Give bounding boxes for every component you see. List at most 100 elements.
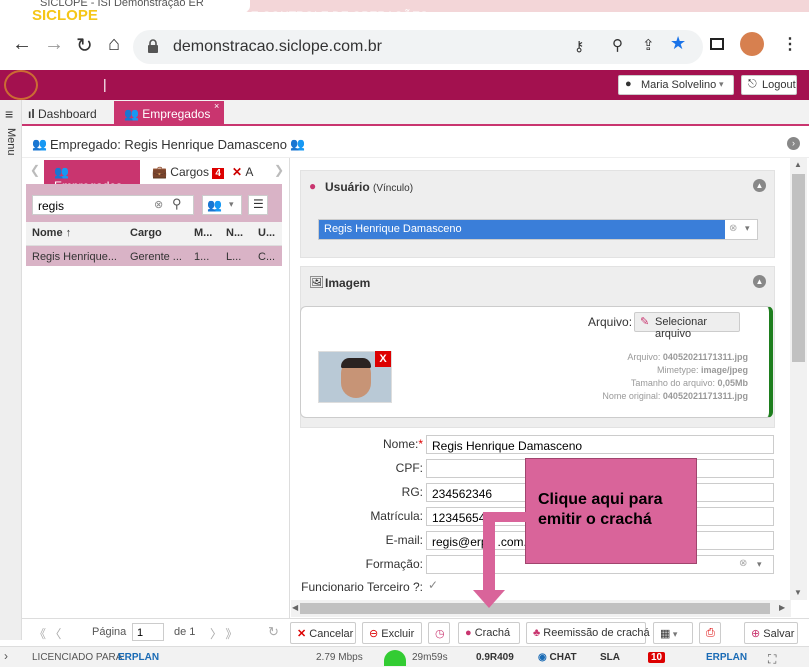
- scroll-right-icon[interactable]: ▶: [779, 603, 785, 612]
- logout-button[interactable]: ⎋ Logout: [741, 75, 797, 95]
- scroll-down-icon[interactable]: ▼: [794, 588, 802, 597]
- bookmark-star-icon[interactable]: ★: [670, 33, 686, 54]
- user-icon: ●: [625, 78, 632, 90]
- chevron-down-icon[interactable]: ▾: [757, 559, 762, 570]
- terceiro-checkbox[interactable]: ✓: [428, 578, 438, 592]
- search-icon[interactable]: ⚲: [172, 196, 182, 212]
- terceiro-label: Funcionario Terceiro ?:: [301, 580, 423, 594]
- fullscreen-icon[interactable]: ⛶: [768, 652, 776, 667]
- key-icon[interactable]: ⚷: [574, 38, 584, 55]
- nome-field[interactable]: [426, 435, 774, 454]
- cancel-button[interactable]: ✕ Cancelar: [290, 622, 356, 644]
- table-row[interactable]: Regis Henrique... Gerente ... 1... L... …: [26, 246, 282, 266]
- meta-value: 04052021171311.jpg: [662, 391, 748, 401]
- chevron-down-icon: ▾: [670, 629, 678, 639]
- search-input[interactable]: [32, 195, 194, 215]
- select-file-button[interactable]: ✎ Selecionar arquivo: [634, 312, 740, 340]
- forward-icon[interactable]: →: [44, 33, 64, 56]
- people-icon: 👥: [207, 198, 222, 212]
- logout-icon: ⎋: [748, 78, 757, 90]
- column-header[interactable]: Cargo: [130, 227, 162, 239]
- subtab-a[interactable]: ✕ A: [232, 160, 272, 184]
- tab-dashboard[interactable]: ıl Dashboard: [28, 101, 110, 126]
- sla-button[interactable]: SLA: [600, 652, 620, 663]
- page-title: Empregado: Regis Henrique Damasceno: [50, 137, 288, 152]
- nome-label: Nome:*: [283, 437, 423, 451]
- column-header[interactable]: Nome ↑: [32, 227, 71, 239]
- image-icon: 🖼: [309, 275, 325, 289]
- chat-icon: ◉: [538, 652, 550, 663]
- share-icon[interactable]: ⇪: [642, 36, 655, 54]
- group-filter-button[interactable]: 👥 ▾: [202, 195, 242, 215]
- qrcode-button[interactable]: ▦ ▾: [653, 622, 693, 644]
- zoom-icon[interactable]: ⚲: [612, 36, 623, 54]
- chevron-down-icon[interactable]: ▾: [745, 223, 750, 234]
- history-button[interactable]: ◷: [428, 622, 450, 644]
- reload-icon[interactable]: ↻: [76, 33, 93, 58]
- home-icon[interactable]: ⌂: [108, 33, 120, 56]
- horizontal-scroll-thumb[interactable]: [300, 603, 770, 614]
- table-cell: Regis Henrique...: [32, 251, 117, 263]
- reissue-badge-button[interactable]: ♣ Reemissão de crachá: [526, 622, 650, 644]
- user-menu-button[interactable]: ● Maria Solvelino ▾: [618, 75, 734, 95]
- pdf-button[interactable]: ⎙: [699, 622, 721, 644]
- column-header[interactable]: U...: [258, 227, 275, 239]
- side-menu-label[interactable]: Menu: [5, 128, 17, 156]
- chevron-right-icon[interactable]: ❯: [274, 163, 284, 177]
- tab-empregados[interactable]: 👥 Empregados ×: [114, 101, 224, 126]
- list-view-button[interactable]: ☰: [248, 195, 268, 215]
- table-cell: L...: [226, 251, 242, 263]
- clock-icon: ◷: [435, 628, 445, 640]
- save-button[interactable]: ⊕ Salvar: [744, 622, 798, 644]
- collapse-icon[interactable]: ▲: [753, 275, 766, 288]
- chevron-left-icon[interactable]: ❮: [30, 163, 40, 177]
- subtab-empregados[interactable]: 👥 Empregados: [44, 160, 140, 193]
- usuario-select[interactable]: Regis Henrique Damasceno ⊗ ▾: [318, 219, 758, 240]
- pdf-icon: ⎙: [706, 627, 715, 639]
- email-label: E-mail:: [385, 533, 423, 547]
- side-menu[interactable]: [0, 100, 22, 640]
- usuario-section: ● Usuário (Vínculo) ▲: [300, 170, 775, 258]
- chevron-right-icon[interactable]: ›: [787, 137, 800, 150]
- page-input[interactable]: [132, 623, 164, 641]
- clear-icon[interactable]: ⊗: [739, 558, 747, 569]
- delete-label: Excluir: [381, 628, 415, 640]
- back-icon[interactable]: ←: [12, 33, 32, 56]
- usuario-header[interactable]: ● Usuário (Vínculo): [301, 171, 774, 201]
- scroll-up-icon[interactable]: ▲: [794, 160, 802, 169]
- qrcode-icon: ▦: [660, 628, 671, 640]
- save-icon: ⊕: [751, 628, 764, 640]
- chevron-right-icon[interactable]: ›: [4, 649, 8, 663]
- cargos-badge: 4: [212, 168, 224, 179]
- subtab-cargos[interactable]: 💼 Cargos 4: [152, 160, 224, 184]
- cpf-label: CPF:: [395, 461, 423, 475]
- sidepanel-icon[interactable]: [710, 38, 724, 50]
- scroll-left-icon[interactable]: ◀: [292, 603, 298, 612]
- collapse-icon[interactable]: ▲: [753, 179, 766, 192]
- chat-button[interactable]: ◉ CHAT: [538, 652, 577, 663]
- profile-avatar[interactable]: [740, 32, 764, 56]
- clear-icon[interactable]: ⊗: [729, 223, 737, 234]
- vertical-scroll-thumb[interactable]: [792, 174, 805, 362]
- browser-menu-icon[interactable]: ⋮: [782, 34, 798, 54]
- lock-icon: [148, 39, 158, 53]
- refresh-icon[interactable]: ↻: [268, 624, 279, 640]
- save-label: Salvar: [763, 628, 795, 640]
- hamburger-icon[interactable]: ≡: [5, 106, 13, 122]
- column-header[interactable]: N...: [226, 227, 243, 239]
- badge-button[interactable]: ● Crachá: [458, 622, 520, 644]
- formacao-label: Formação:: [365, 557, 423, 571]
- image-meta-size: Tamanho do arquivo: 0,05Mb: [631, 378, 748, 388]
- column-header[interactable]: M...: [194, 227, 212, 239]
- clear-icon[interactable]: ⊗: [154, 198, 163, 211]
- image-meta-mimetype: Mimetype: image/jpeg: [657, 365, 748, 375]
- first-page-icon[interactable]: 《 〈: [34, 625, 61, 642]
- imagem-header[interactable]: 🖼 Imagem: [301, 267, 774, 297]
- close-icon[interactable]: ×: [214, 101, 219, 111]
- notification-badge[interactable]: 10: [648, 652, 666, 663]
- tab-empregados-label: Empregados: [142, 107, 211, 121]
- meta-label: Nome original:: [602, 391, 661, 401]
- delete-button[interactable]: ⊖ Excluir: [362, 622, 422, 644]
- delete-image-button[interactable]: X: [375, 351, 391, 367]
- last-page-icon[interactable]: 〉 》: [210, 625, 237, 642]
